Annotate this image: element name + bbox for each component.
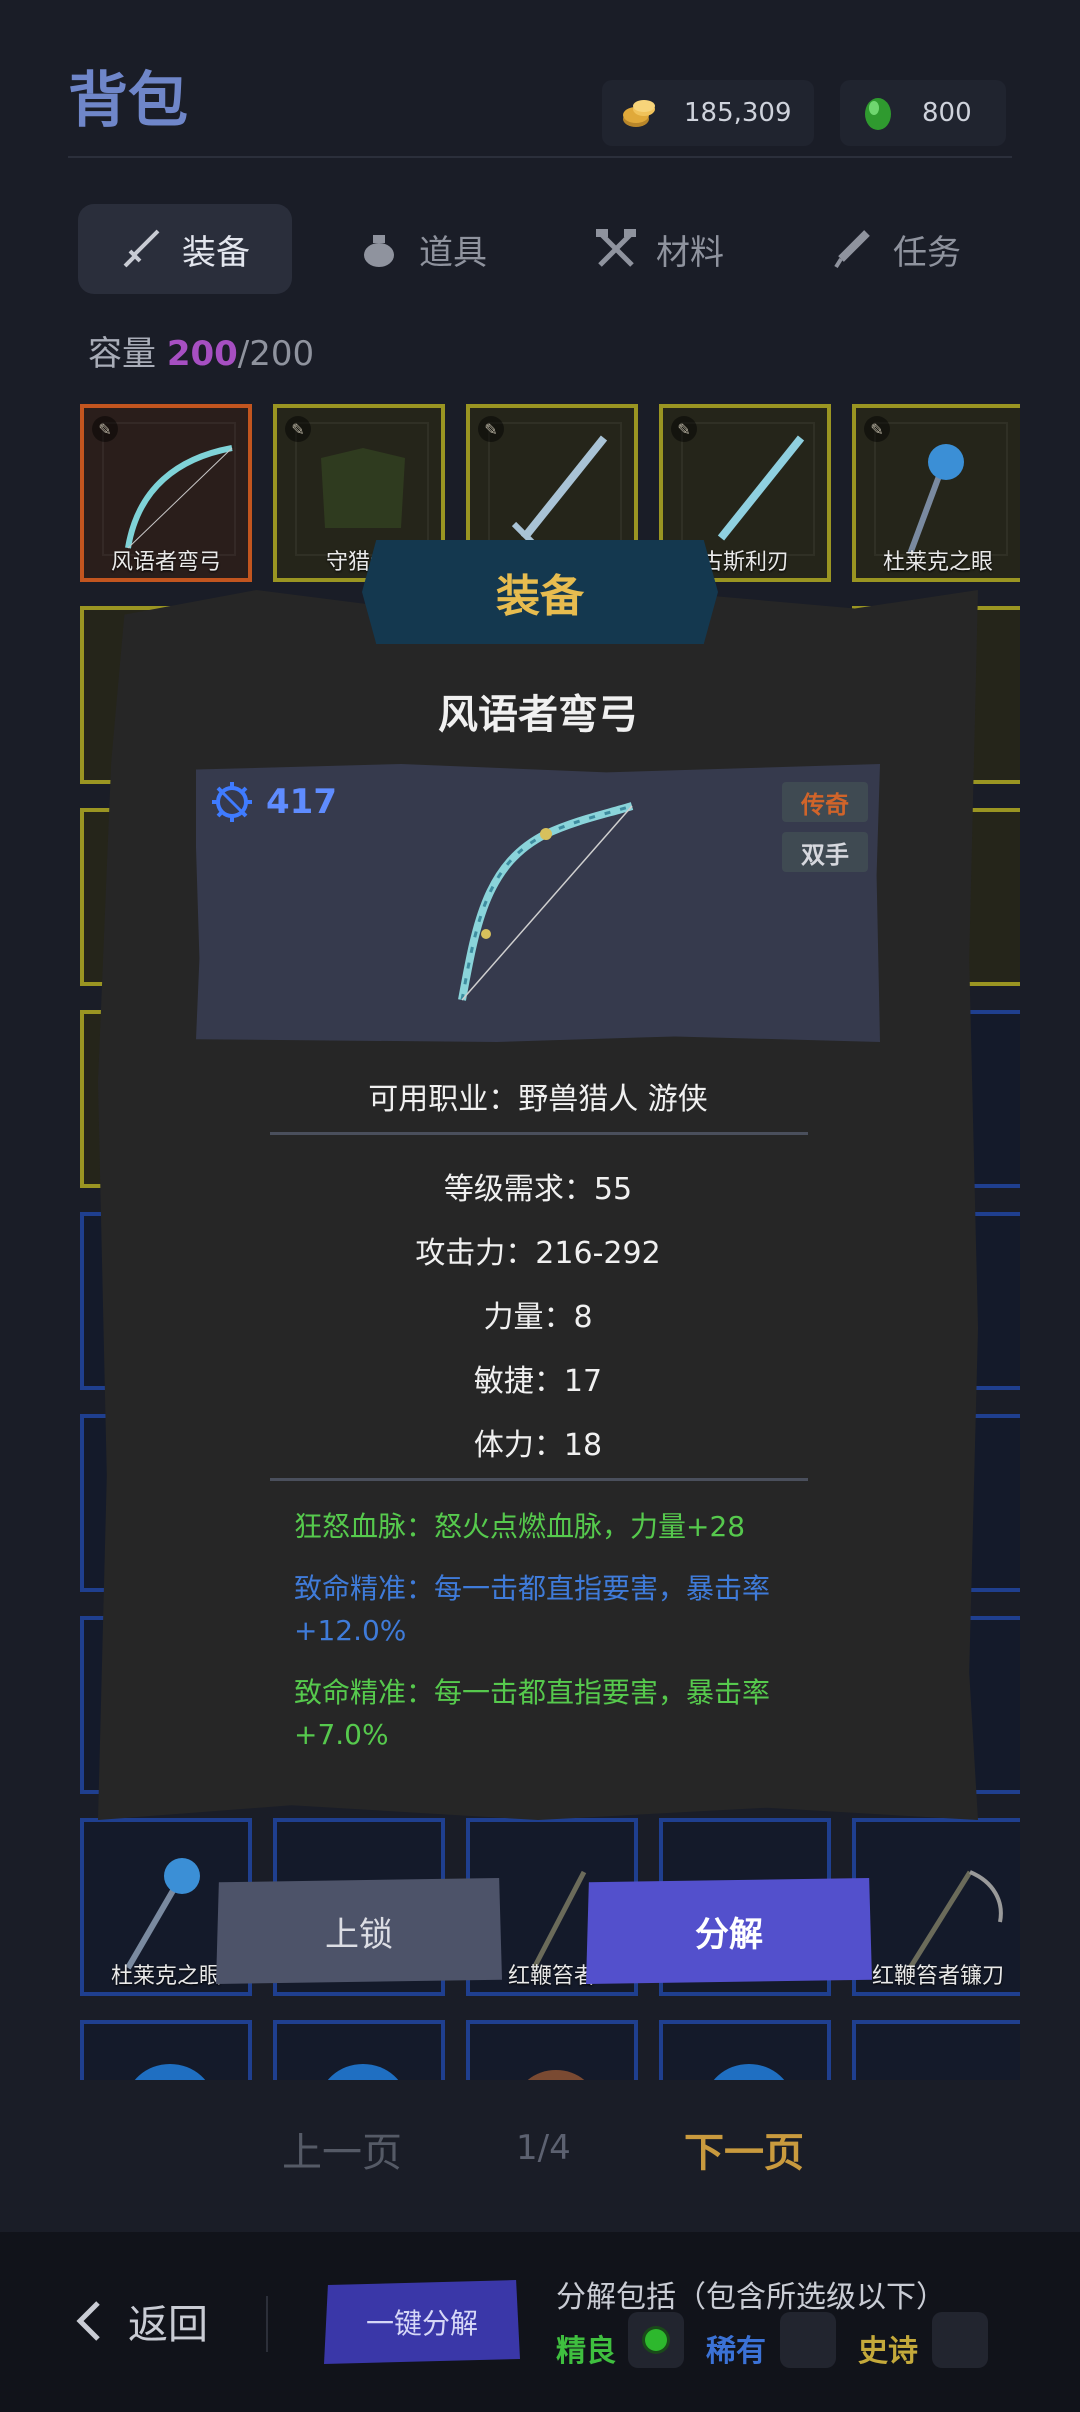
chest-armor-icon bbox=[321, 448, 405, 528]
capacity-indicator: 容量 200/200 bbox=[88, 326, 314, 375]
page-title: 背包 bbox=[68, 66, 188, 136]
gold-amount: 185,309 bbox=[684, 98, 792, 128]
capacity-label: 容量 bbox=[88, 334, 156, 374]
scythe-icon bbox=[907, 1870, 1003, 1970]
divider bbox=[270, 1478, 808, 1481]
capacity-slash: / bbox=[237, 334, 250, 374]
rarity-rare-checkbox[interactable] bbox=[780, 2312, 836, 2368]
stat-agility: 敏捷：17 bbox=[473, 1364, 603, 1399]
rarity-epic-label: 史诗 bbox=[858, 2334, 918, 2369]
tab-quests[interactable]: 任务 bbox=[789, 204, 1003, 294]
chevron-left-icon bbox=[76, 2301, 100, 2341]
decompose-options-label: 分解包括（包含所选级以下） bbox=[556, 2280, 946, 2315]
tab-label: 任务 bbox=[893, 232, 961, 273]
rarity-badge: 传奇 bbox=[782, 782, 868, 822]
tab-label: 道具 bbox=[419, 232, 487, 273]
scroll-icon bbox=[834, 230, 870, 269]
helmet-icon bbox=[327, 2064, 399, 2080]
affix-line: 致命精准：每一击都直指要害，暴击率+7.0% bbox=[294, 1676, 771, 1751]
tab-equipment[interactable]: 装备 bbox=[78, 204, 292, 294]
slot-name: 风语者弯弓 bbox=[110, 550, 221, 575]
stat-attack: 攻击力：216-292 bbox=[415, 1236, 661, 1271]
blade-icon bbox=[717, 435, 805, 541]
green-gem-icon bbox=[865, 98, 891, 130]
power-gear-icon bbox=[212, 782, 252, 822]
power-value: 417 bbox=[266, 782, 337, 822]
tab-label: 装备 bbox=[182, 232, 250, 273]
divider bbox=[270, 1132, 808, 1135]
usable-classes: 可用职业：野兽猎人 游侠 bbox=[368, 1082, 708, 1117]
next-page-button[interactable]: 下一页 bbox=[684, 2120, 804, 2178]
helmet-icon bbox=[134, 2064, 206, 2080]
tab-materials[interactable]: 材料 bbox=[552, 204, 766, 294]
inventory-slot[interactable] bbox=[659, 2020, 831, 2080]
decompose-button[interactable]: 分解 bbox=[586, 1878, 872, 1984]
affix-line: 致命精准：每一击都直指要害，暴击率+12.0% bbox=[294, 1572, 771, 1647]
inventory-slot[interactable]: ✎ 风语者弯弓 bbox=[80, 404, 252, 582]
helmet-icon bbox=[713, 2064, 785, 2080]
hand-type-badge: 双手 bbox=[782, 832, 868, 872]
modal-title: 装备 bbox=[362, 540, 718, 644]
bottom-divider bbox=[266, 2296, 268, 2352]
stat-stamina: 体力：18 bbox=[473, 1428, 603, 1463]
inventory-slot[interactable] bbox=[273, 2020, 445, 2080]
one-key-decompose-button[interactable]: 一键分解 bbox=[324, 2280, 520, 2364]
checked-indicator bbox=[645, 2329, 667, 2351]
hammer-icon bbox=[596, 229, 636, 267]
armor-icon bbox=[527, 2070, 585, 2080]
stat-level-req: 等级需求：55 bbox=[443, 1172, 633, 1207]
capacity-used: 200 bbox=[166, 334, 238, 374]
stat-strength: 力量：8 bbox=[483, 1300, 593, 1335]
power-rating: 417 bbox=[210, 780, 337, 824]
inventory-slot[interactable] bbox=[852, 2020, 1020, 2080]
gold-counter: 185,309 bbox=[602, 80, 814, 146]
gem-amount: 800 bbox=[922, 98, 972, 128]
staff-icon bbox=[907, 444, 964, 556]
lock-button[interactable]: 上锁 bbox=[216, 1878, 502, 1984]
rarity-fine-checkbox[interactable] bbox=[628, 2312, 684, 2368]
back-label: 返回 bbox=[128, 2302, 208, 2348]
prev-page-button[interactable]: 上一页 bbox=[282, 2120, 402, 2178]
slot-name: 红鞭笞者镰刀 bbox=[871, 1964, 1004, 1989]
rarity-epic-checkbox[interactable] bbox=[932, 2312, 988, 2368]
page-indicator: 1/4 bbox=[516, 2128, 571, 2168]
item-name: 风语者弯弓 bbox=[438, 692, 638, 738]
bow-icon bbox=[458, 802, 634, 1001]
back-button[interactable]: 返回 bbox=[74, 2292, 208, 2350]
category-tabs: 装备 道具 材料 任务 bbox=[78, 204, 1006, 294]
slot-name: 杜莱克之眼 bbox=[882, 550, 993, 575]
inventory-slot[interactable] bbox=[80, 2020, 252, 2080]
rarity-rare-label: 稀有 bbox=[706, 2334, 766, 2369]
gem-counter: 800 bbox=[840, 80, 1006, 146]
pouch-icon bbox=[364, 235, 394, 267]
tab-label: 材料 bbox=[656, 232, 724, 273]
rarity-fine-label: 精良 bbox=[556, 2334, 616, 2369]
affix-line: 狂怒血脉：怒火点燃血脉，力量+28 bbox=[294, 1510, 746, 1543]
capacity-max: 200 bbox=[249, 334, 315, 374]
header-divider bbox=[68, 156, 1012, 158]
bow-icon bbox=[125, 445, 233, 549]
sword-icon bbox=[123, 229, 160, 268]
inventory-slot[interactable] bbox=[466, 2020, 638, 2080]
gold-coins-icon bbox=[623, 100, 655, 127]
sword-icon bbox=[511, 435, 608, 553]
inventory-slot[interactable]: ✎ 杜莱克之眼 bbox=[852, 404, 1020, 582]
inventory-slot[interactable]: 红鞭笞者镰刀 bbox=[852, 1818, 1020, 1996]
tab-items[interactable]: 道具 bbox=[315, 204, 529, 294]
